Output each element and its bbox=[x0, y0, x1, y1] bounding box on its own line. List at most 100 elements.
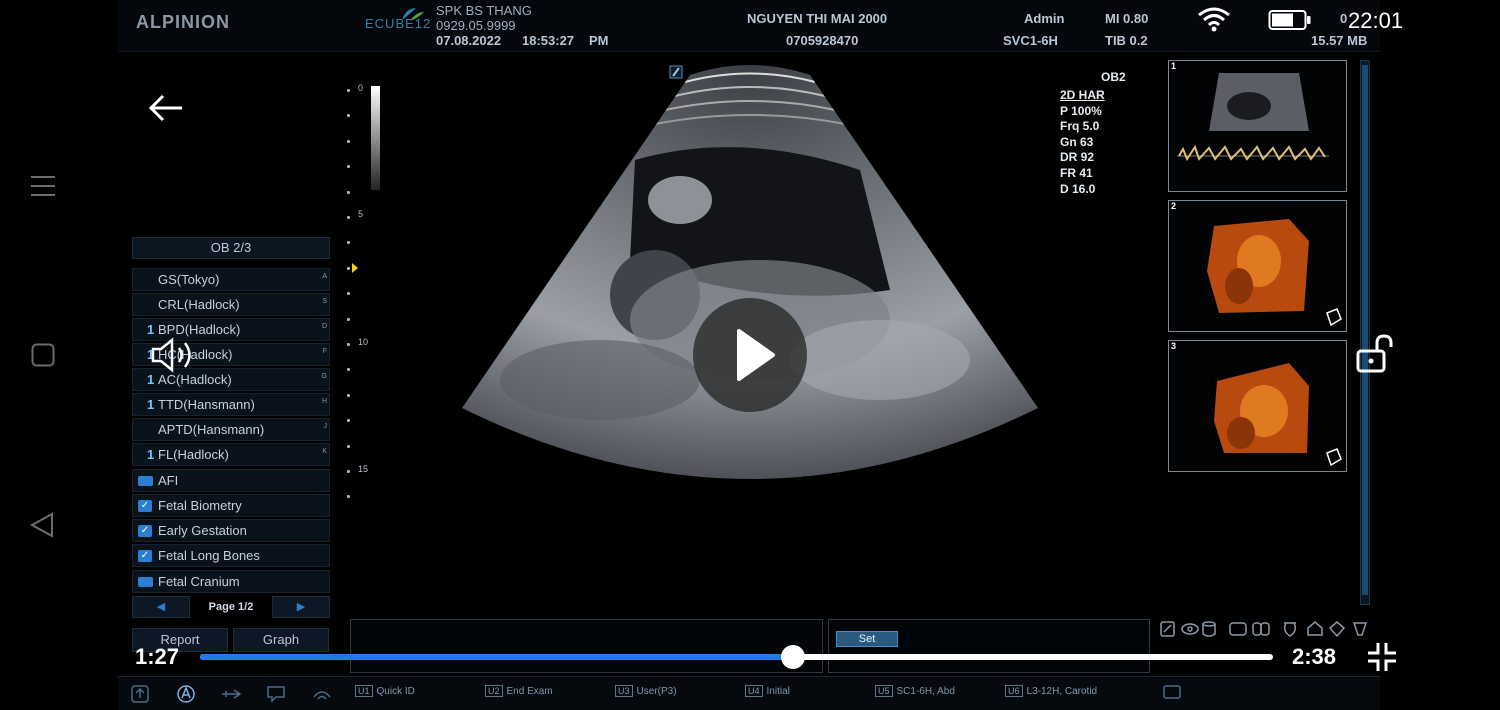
exam-time: 18:53:27 bbox=[522, 33, 575, 48]
render-3d-thumbnail bbox=[1214, 363, 1342, 467]
clip-thumbnail[interactable]: 1 bbox=[1168, 60, 1347, 192]
fn-key-id: U6 bbox=[1005, 685, 1023, 697]
mechanical-index: MI 0.80 bbox=[1105, 11, 1149, 26]
depth-tick bbox=[347, 191, 350, 194]
fn-key-label: SC1-6H, Abd bbox=[896, 686, 955, 697]
shortcut-key: S bbox=[322, 298, 327, 305]
imaging-mode: 2D HAR bbox=[1060, 88, 1105, 102]
focus-marker bbox=[352, 263, 358, 273]
unlock-icon[interactable] bbox=[1355, 333, 1397, 375]
param-frame-rate: FR 41 bbox=[1060, 165, 1093, 180]
clip-thumbnail[interactable]: 2 bbox=[1168, 200, 1347, 332]
depth-tick bbox=[347, 368, 350, 371]
depth-label: 10 bbox=[358, 337, 369, 347]
measurement-label: CRL(Hadlock) bbox=[158, 297, 240, 312]
depth-tick bbox=[347, 140, 350, 143]
measurement-row[interactable]: CRL(Hadlock) S bbox=[132, 293, 330, 316]
depth-tick bbox=[347, 470, 350, 473]
measurement-group[interactable]: AFI bbox=[132, 469, 330, 492]
exit-fullscreen-icon[interactable] bbox=[1366, 641, 1398, 673]
tool-icons bbox=[1160, 621, 1368, 638]
checked-folder-icon: ✓ bbox=[138, 550, 152, 562]
measurement-label: TTD(Hansmann) bbox=[158, 397, 255, 412]
fn-key-id: U5 bbox=[875, 685, 893, 697]
fn-key-label: Initial bbox=[766, 686, 790, 697]
function-key-u5[interactable]: U5 SC1-6H, Abd bbox=[875, 685, 955, 697]
video-progress-fill bbox=[200, 654, 790, 660]
measurement-label: FL(Hadlock) bbox=[158, 447, 229, 462]
video-duration: 2:38 bbox=[1292, 644, 1337, 669]
depth-tick bbox=[347, 267, 350, 270]
back-arrow-icon[interactable] bbox=[148, 92, 184, 124]
video-scrubber[interactable] bbox=[781, 645, 805, 669]
page-navigator: ◀ Page 1/2 ▶ bbox=[132, 596, 330, 618]
measurement-row[interactable]: APTD(Hansmann) J bbox=[132, 418, 330, 441]
depth-label: 15 bbox=[358, 464, 369, 474]
function-key-u2[interactable]: U2 End Exam bbox=[485, 685, 553, 697]
measurement-row[interactable]: GS(Tokyo) A bbox=[132, 268, 330, 291]
measurement-group[interactable]: ✓ Fetal Biometry bbox=[132, 494, 330, 517]
shortcut-key: G bbox=[321, 373, 327, 380]
fn-key-id: U2 bbox=[485, 685, 503, 697]
user-name: Admin bbox=[1024, 11, 1065, 26]
video-current-time: 1:27 bbox=[135, 644, 180, 669]
function-key-u4[interactable]: U4 Initial bbox=[745, 685, 790, 697]
function-key-u3[interactable]: U3 User(P3) bbox=[615, 685, 677, 697]
scroll-thumb[interactable] bbox=[1362, 65, 1368, 595]
depth-label: 5 bbox=[358, 209, 364, 219]
group-label: Fetal Long Bones bbox=[158, 548, 260, 563]
measurement-group[interactable]: Fetal Cranium bbox=[132, 570, 330, 593]
measurement-label: GS(Tokyo) bbox=[158, 272, 220, 287]
depth-label: 0 bbox=[358, 83, 364, 93]
back-nav-icon[interactable] bbox=[28, 511, 56, 539]
function-key-u6[interactable]: U6 L3-12H, Carotid bbox=[1005, 685, 1097, 697]
measurement-group[interactable]: ✓ Early Gestation bbox=[132, 519, 330, 542]
group-label: Fetal Cranium bbox=[158, 574, 240, 589]
shortcut-key: D bbox=[321, 323, 327, 330]
depth-tick bbox=[347, 318, 350, 321]
depth-tick bbox=[347, 114, 350, 117]
next-page-button[interactable]: ▶ bbox=[272, 596, 330, 618]
shortcut-key: K bbox=[322, 448, 327, 455]
depth-tick bbox=[347, 241, 350, 244]
graph-button[interactable]: Graph bbox=[233, 628, 329, 652]
measurement-row[interactable]: 1 FL(Hadlock) K bbox=[132, 443, 330, 466]
scanner-header-bar bbox=[118, 0, 1380, 52]
ob-panel-title: OB 2/3 bbox=[132, 237, 330, 259]
ultrasound-image bbox=[462, 65, 1038, 479]
play-icon bbox=[737, 329, 775, 381]
param-depth: D 16.0 bbox=[1060, 181, 1096, 196]
set-button[interactable]: Set bbox=[836, 631, 898, 647]
checked-folder-icon: ✓ bbox=[138, 525, 152, 537]
shortcut-key: H bbox=[321, 398, 327, 405]
recent-apps-icon[interactable] bbox=[30, 173, 56, 199]
keyboard-icon[interactable] bbox=[1162, 684, 1182, 702]
thermal-index: TIB 0.2 bbox=[1105, 33, 1148, 48]
volume-icon[interactable] bbox=[150, 337, 198, 373]
shortcut-key: J bbox=[323, 423, 328, 430]
measurement-count: 1 bbox=[147, 447, 155, 462]
function-key-u1[interactable]: U1 Quick ID bbox=[355, 685, 415, 697]
depth-tick bbox=[347, 292, 350, 295]
system-icons bbox=[131, 685, 331, 703]
ecube-brand: ECUBE12 bbox=[365, 16, 432, 31]
prev-page-button[interactable]: ◀ bbox=[132, 596, 190, 618]
play-button[interactable] bbox=[693, 298, 807, 412]
param-frequency: Frq 5.0 bbox=[1060, 119, 1100, 134]
battery-icon bbox=[1268, 10, 1311, 30]
depth-tick bbox=[347, 394, 350, 397]
render-3d-thumbnail bbox=[1207, 219, 1342, 327]
depth-tick bbox=[347, 165, 350, 168]
param-power: P 100% bbox=[1060, 103, 1102, 118]
depth-tick bbox=[347, 343, 350, 346]
fn-key-id: U3 bbox=[615, 685, 633, 697]
param-dynamic-range: DR 92 bbox=[1060, 150, 1095, 165]
measurement-row[interactable]: 1 TTD(Hansmann) H bbox=[132, 393, 330, 416]
measurement-group[interactable]: ✓ Fetal Long Bones bbox=[132, 544, 330, 567]
home-icon[interactable] bbox=[31, 343, 55, 367]
exam-date: 07.08.2022 bbox=[436, 33, 502, 48]
checked-folder-icon: ✓ bbox=[138, 500, 152, 512]
fn-key-label: End Exam bbox=[506, 686, 553, 697]
comment-box bbox=[350, 619, 823, 673]
clip-thumbnail[interactable]: 3 bbox=[1168, 340, 1347, 472]
